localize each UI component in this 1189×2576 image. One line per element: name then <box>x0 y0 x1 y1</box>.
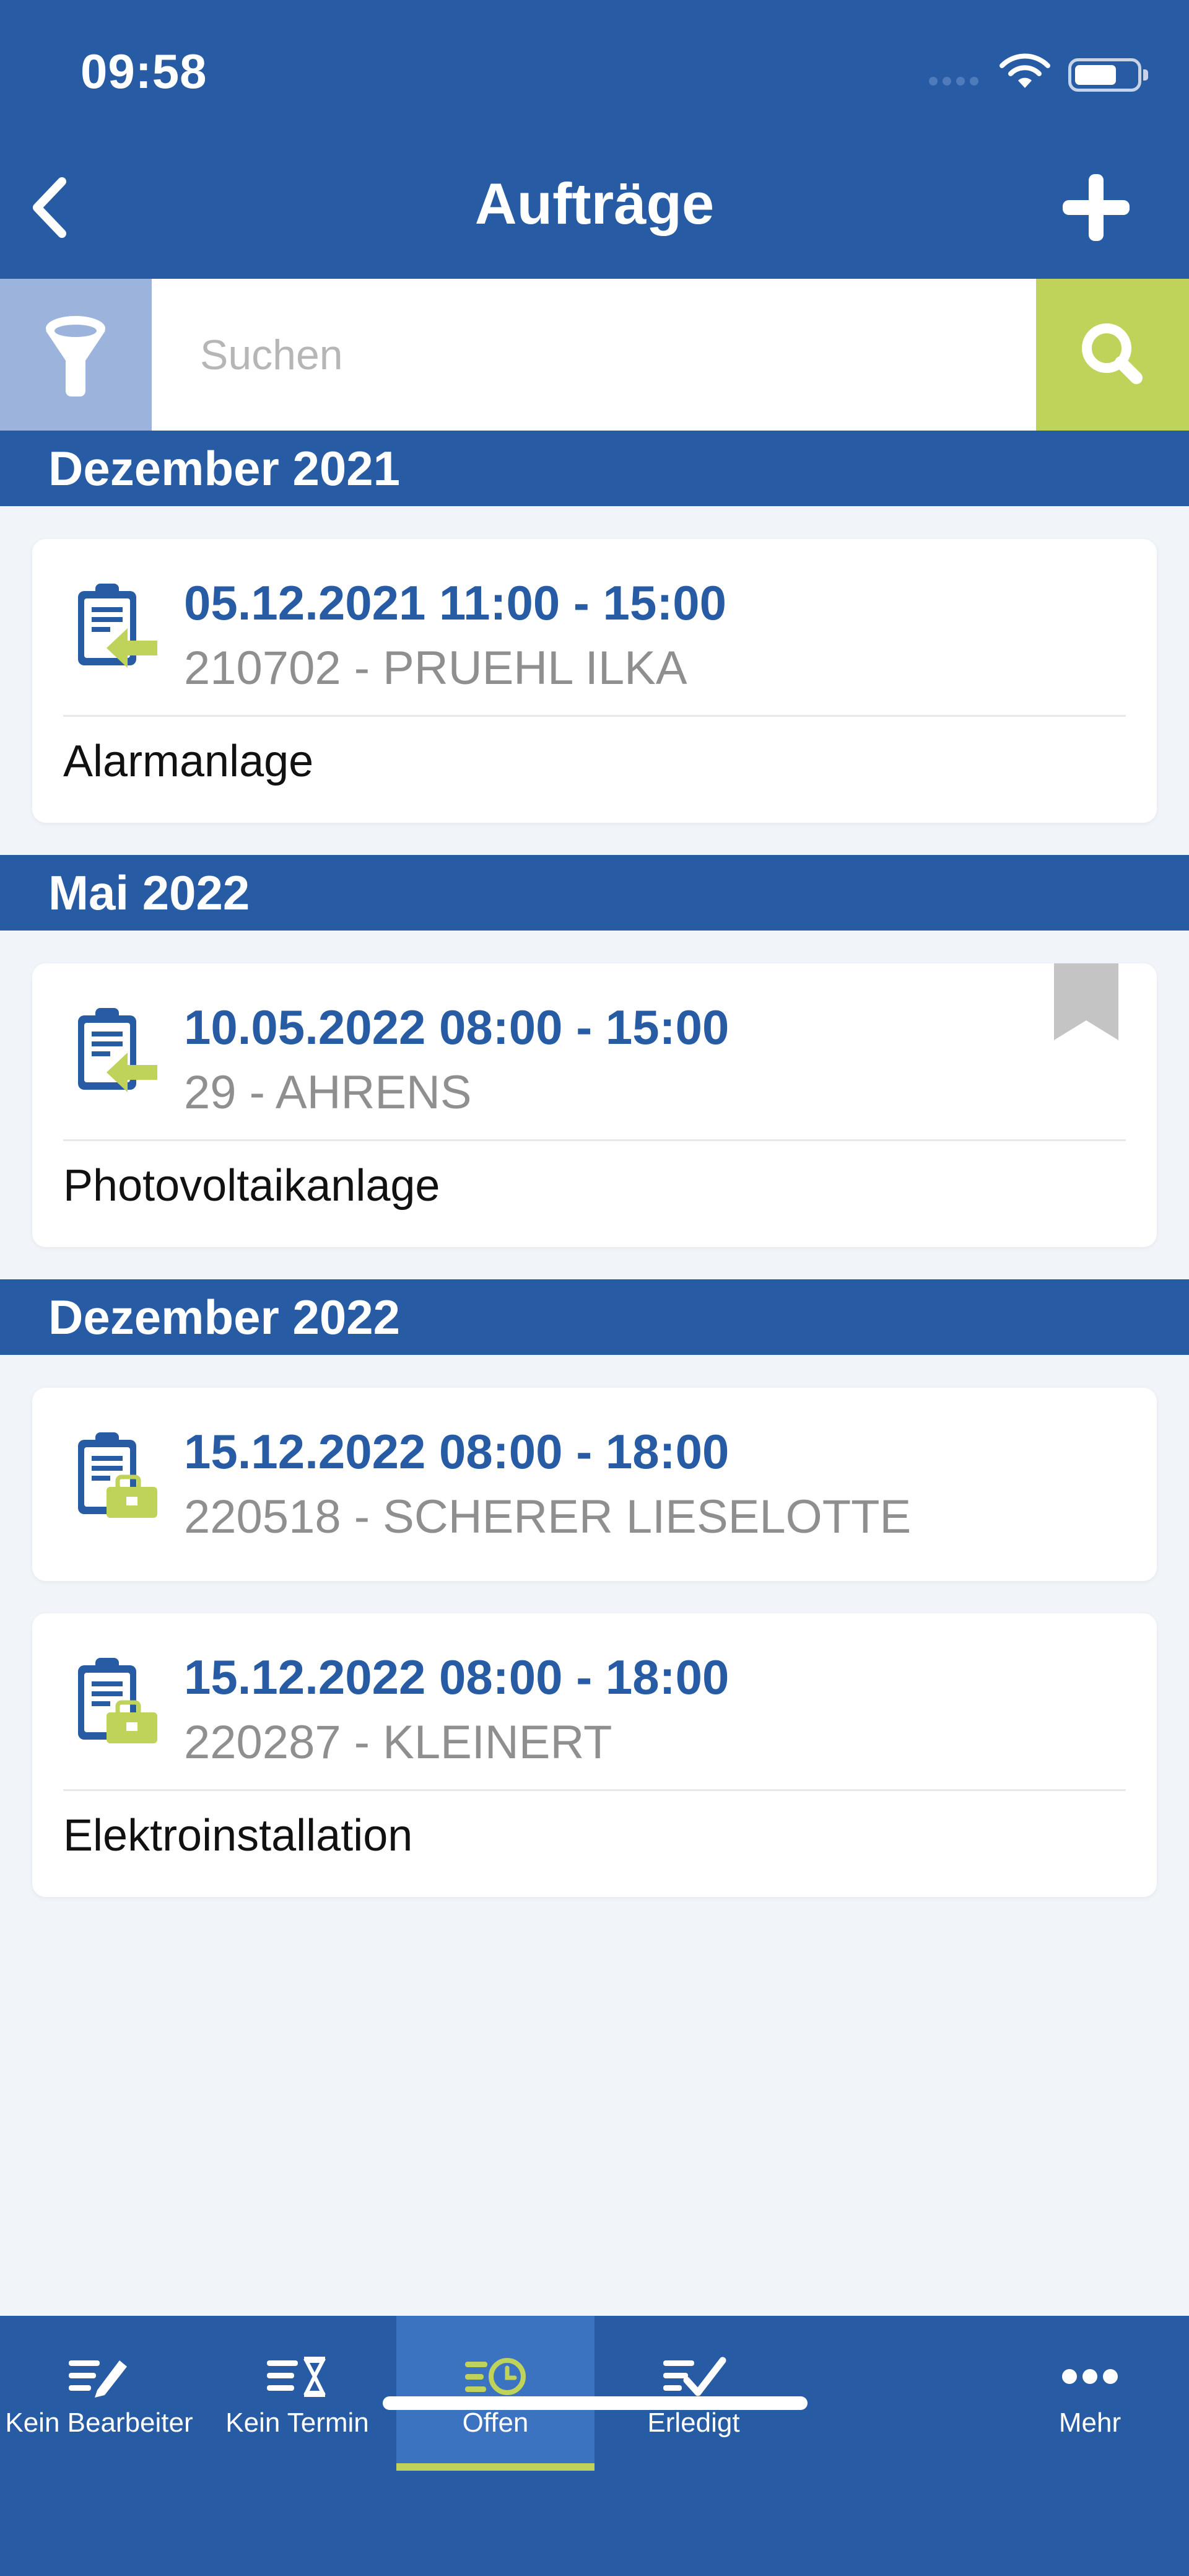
battery-icon <box>1068 58 1148 92</box>
clipboard-arrow-icon <box>78 584 157 668</box>
tab-label: Mehr <box>1058 2407 1121 2438</box>
tab-kein-bearbeiter[interactable]: Kein Bearbeiter <box>0 2316 198 2464</box>
order-date: 05.12.2021 11:00 - 15:00 <box>184 576 727 630</box>
order-customer: 29 - AHRENS <box>184 1066 472 1119</box>
tab-label: Kein Termin <box>225 2407 369 2438</box>
tab-mehr[interactable]: Mehr <box>991 2316 1189 2464</box>
section-header: Mai 2022 <box>0 855 1189 931</box>
status-bar: 09:58 <box>0 0 1189 136</box>
search-bar <box>0 279 1189 431</box>
navigation-bar: Aufträge <box>0 136 1189 279</box>
order-date: 15.12.2022 08:00 - 18:00 <box>184 1650 730 1704</box>
divider <box>63 1139 1126 1141</box>
clipboard-briefcase-icon <box>78 1432 157 1518</box>
page-title: Aufträge <box>474 171 715 236</box>
wifi-icon <box>1000 53 1050 88</box>
list-pen-icon <box>69 2360 127 2398</box>
order-card[interactable]: 05.12.2021 11:00 - 15:00 210702 - PRUEHL… <box>32 539 1157 823</box>
tab-erledigt[interactable]: Erledigt <box>594 2316 793 2464</box>
filter-icon <box>46 316 105 396</box>
order-date: 15.12.2022 08:00 - 18:00 <box>184 1424 730 1479</box>
tab-kein-termin[interactable]: Kein Termin <box>198 2316 396 2464</box>
order-card[interactable]: 15.12.2022 08:00 - 18:00 220518 - SCHERE… <box>32 1388 1157 1581</box>
more-dots-icon <box>1062 2369 1118 2384</box>
section-header: Dezember 2021 <box>0 431 1189 506</box>
order-card[interactable]: 10.05.2022 08:00 - 15:00 29 - AHRENS Pho… <box>32 963 1157 1247</box>
order-description: Alarmanlage <box>63 737 314 786</box>
clipboard-arrow-icon <box>78 1008 157 1092</box>
order-description: Elektroinstallation <box>63 1811 413 1860</box>
order-customer: 220518 - SCHERER LIESELOTTE <box>184 1491 912 1543</box>
tab-offen[interactable]: Offen <box>396 2316 594 2471</box>
cellular-signal-icon <box>929 77 983 89</box>
tab-label: Erledigt <box>647 2407 740 2438</box>
home-indicator[interactable] <box>383 2396 808 2410</box>
add-icon[interactable] <box>1059 170 1133 245</box>
divider <box>63 715 1126 717</box>
list-hourglass-icon <box>267 2357 326 2397</box>
section-header: Dezember 2022 <box>0 1279 1189 1355</box>
order-customer: 220287 - KLEINERT <box>184 1716 612 1769</box>
list-clock-icon <box>465 2358 526 2395</box>
list-check-icon <box>663 2357 726 2396</box>
tab-bar: Kein Bearbeiter Kein Termin Offen Erledi… <box>0 2316 1189 2576</box>
order-card[interactable]: 15.12.2022 08:00 - 18:00 220287 - KLEINE… <box>32 1613 1157 1897</box>
status-time: 09:58 <box>81 44 207 99</box>
order-date: 10.05.2022 08:00 - 15:00 <box>184 1000 730 1054</box>
search-button[interactable] <box>1036 279 1189 431</box>
tab-label: Kein Bearbeiter <box>5 2407 193 2438</box>
clipboard-briefcase-icon <box>78 1658 157 1743</box>
filter-button[interactable] <box>0 279 152 431</box>
search-icon <box>1082 323 1143 384</box>
tab-label: Offen <box>462 2407 529 2438</box>
bookmark-icon[interactable] <box>1054 963 1118 1040</box>
search-input[interactable] <box>152 279 1036 431</box>
order-customer: 210702 - PRUEHL ILKA <box>184 642 687 694</box>
order-description: Photovoltaikanlage <box>63 1161 440 1211</box>
divider <box>63 1789 1126 1791</box>
